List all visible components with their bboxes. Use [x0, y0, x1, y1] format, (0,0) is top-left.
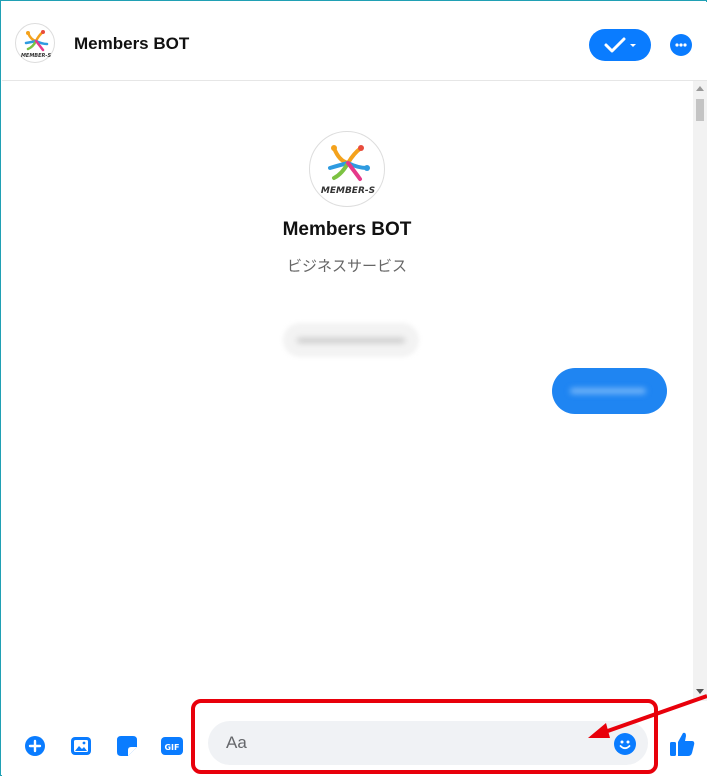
scroll-thumb[interactable] — [696, 99, 704, 121]
more-actions-button[interactable] — [25, 736, 45, 756]
smiley-icon — [619, 740, 631, 750]
chat-header: MEMBER-S Members BOT — [2, 2, 707, 81]
sticker-button[interactable] — [117, 736, 137, 756]
mark-done-button[interactable] — [589, 29, 651, 61]
emoji-button[interactable] — [614, 733, 636, 755]
scroll-up-arrow-icon[interactable] — [696, 86, 704, 91]
svg-text:MEMBER-S: MEMBER-S — [21, 53, 52, 59]
profile-name: Members BOT — [282, 219, 412, 240]
more-options-button[interactable] — [670, 34, 692, 56]
chat-title: Members BOT — [74, 34, 190, 53]
ellipsis-icon — [675, 43, 687, 47]
gif-icon: GIF — [161, 737, 183, 755]
profile-avatar: MEMBER-S — [309, 131, 385, 207]
image-icon — [71, 737, 91, 755]
gif-button[interactable]: GIF — [161, 736, 183, 756]
profile-category: ビジネスサービス — [286, 258, 407, 275]
redacted-timestamp — [283, 323, 419, 357]
members-logo-icon: MEMBER-S — [21, 30, 52, 59]
bot-avatar[interactable]: MEMBER-S — [15, 23, 55, 63]
svg-text:GIF: GIF — [164, 743, 179, 752]
messenger-window: MEMBER-S Members BOT MEMBER-S Members BO… — [0, 0, 707, 776]
message-scrollbar[interactable] — [693, 81, 707, 701]
check-dropdown-icon — [604, 37, 636, 53]
thumbs-up-icon — [670, 732, 695, 756]
message-input[interactable] — [208, 721, 648, 765]
sticker-icon — [117, 736, 137, 756]
attach-photo-button[interactable] — [71, 736, 91, 756]
scroll-down-arrow-icon[interactable] — [696, 689, 704, 694]
svg-text:MEMBER-S: MEMBER-S — [321, 186, 375, 196]
like-button[interactable] — [669, 731, 695, 757]
members-logo-icon: MEMBER-S — [321, 145, 375, 196]
plus-circle-icon — [25, 736, 45, 756]
redacted-sent-message[interactable] — [552, 368, 667, 414]
